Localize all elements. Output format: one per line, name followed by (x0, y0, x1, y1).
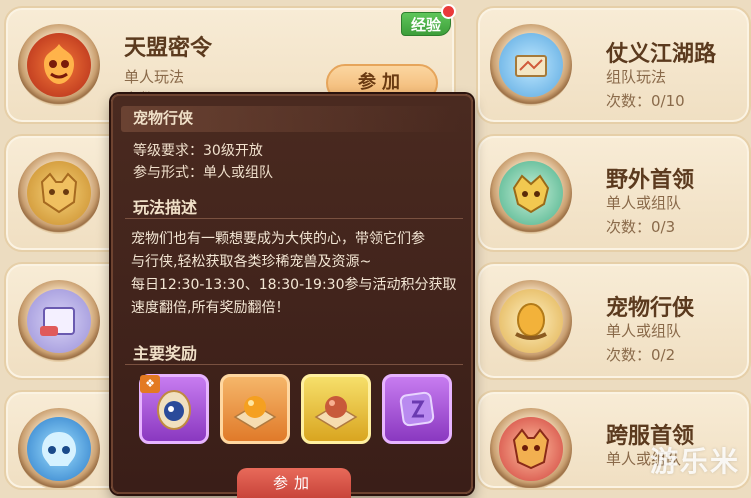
orange-orb-icon (233, 396, 277, 430)
activity-icon-frame (490, 280, 572, 362)
activity-icon-frame (490, 152, 572, 234)
map-scroll-icon (499, 33, 563, 97)
activity-mode: 单人或组队 (606, 322, 682, 340)
dragon-head-icon (499, 161, 563, 225)
activity-card-chongwu[interactable]: 宠物行侠 单人或组队 次数：0/2 (476, 262, 751, 380)
activity-icon-frame (18, 24, 100, 106)
reward-pet-egg-fragment[interactable]: ❖ (139, 374, 209, 444)
description-line: 与行侠,轻松获取各类珍稀宠兽及资源~ (131, 254, 372, 270)
tooltip-title: 宠物行侠 (133, 109, 194, 127)
activity-count: 次数：0/2 (606, 346, 676, 364)
activity-count: 次数：0/10 (606, 92, 685, 110)
activity-card-yewai[interactable]: 野外首领 单人或组队 次数：0/3 (476, 134, 751, 252)
activity-mode: 组队玩法 (606, 68, 667, 86)
activity-card-zhangyi[interactable]: 仗义江湖路 组队玩法 次数：0/10 (476, 6, 751, 124)
activity-detail-tooltip: 宠物行侠 等级要求：30级开放 参与形式：单人或组队 玩法描述 宠物们也有一颗想… (111, 94, 473, 498)
divider (125, 218, 463, 219)
activity-icon-frame (490, 24, 572, 106)
description-text: 宠物们也有一颗想要成为大侠的心，带领它们参 与行侠,轻松获取各类珍稀宠兽及资源~… (131, 228, 471, 320)
activity-title: 野外首领 (606, 168, 695, 193)
reward-purple-crystal[interactable] (382, 374, 452, 444)
activity-title: 天盟密令 (124, 36, 213, 61)
tooltip-join-button[interactable]: 参加 (237, 468, 351, 498)
golden-beast-mask-icon (27, 161, 91, 225)
activity-count: 次数：0/3 (606, 218, 676, 236)
description-line: 速度翻倍,所有奖励翻倍！ (131, 300, 290, 316)
description-line: 宠物们也有一颗想要成为大侠的心，带领它们参 (131, 231, 425, 247)
notification-dot (441, 4, 456, 19)
rewards-heading: 主要奖励 (133, 344, 198, 363)
description-line: 每日12:30-13:30、18:30-19:30参与活动积分获取 (131, 277, 457, 293)
ice-skull-icon (27, 417, 91, 481)
activity-icon-frame (18, 152, 100, 234)
fragment-corner-icon: ❖ (140, 375, 160, 393)
reward-red-orb[interactable] (301, 374, 371, 444)
activity-title: 宠物行侠 (606, 296, 695, 321)
flame-mask-icon (27, 33, 91, 97)
purple-crystal-icon (399, 391, 435, 427)
participation-form: 参与形式：单人或组队 (133, 165, 273, 181)
demon-mask-icon (499, 417, 563, 481)
description-heading: 玩法描述 (133, 198, 198, 217)
site-watermark: 游乐米 (650, 445, 741, 478)
activity-icon-frame (18, 408, 100, 488)
golden-egg-icon (499, 289, 563, 353)
activity-mode: 单人玩法 (124, 68, 185, 86)
activity-icon-frame (18, 280, 100, 362)
level-requirement: 等级要求：30级开放 (133, 143, 263, 159)
reward-orange-orb[interactable] (220, 374, 290, 444)
activity-icon-frame (490, 408, 572, 488)
red-orb-icon (314, 396, 358, 430)
divider (125, 364, 463, 365)
scroll-book-icon (27, 289, 91, 353)
activity-mode: 单人或组队 (606, 194, 682, 212)
activity-title: 仗义江湖路 (606, 42, 717, 67)
